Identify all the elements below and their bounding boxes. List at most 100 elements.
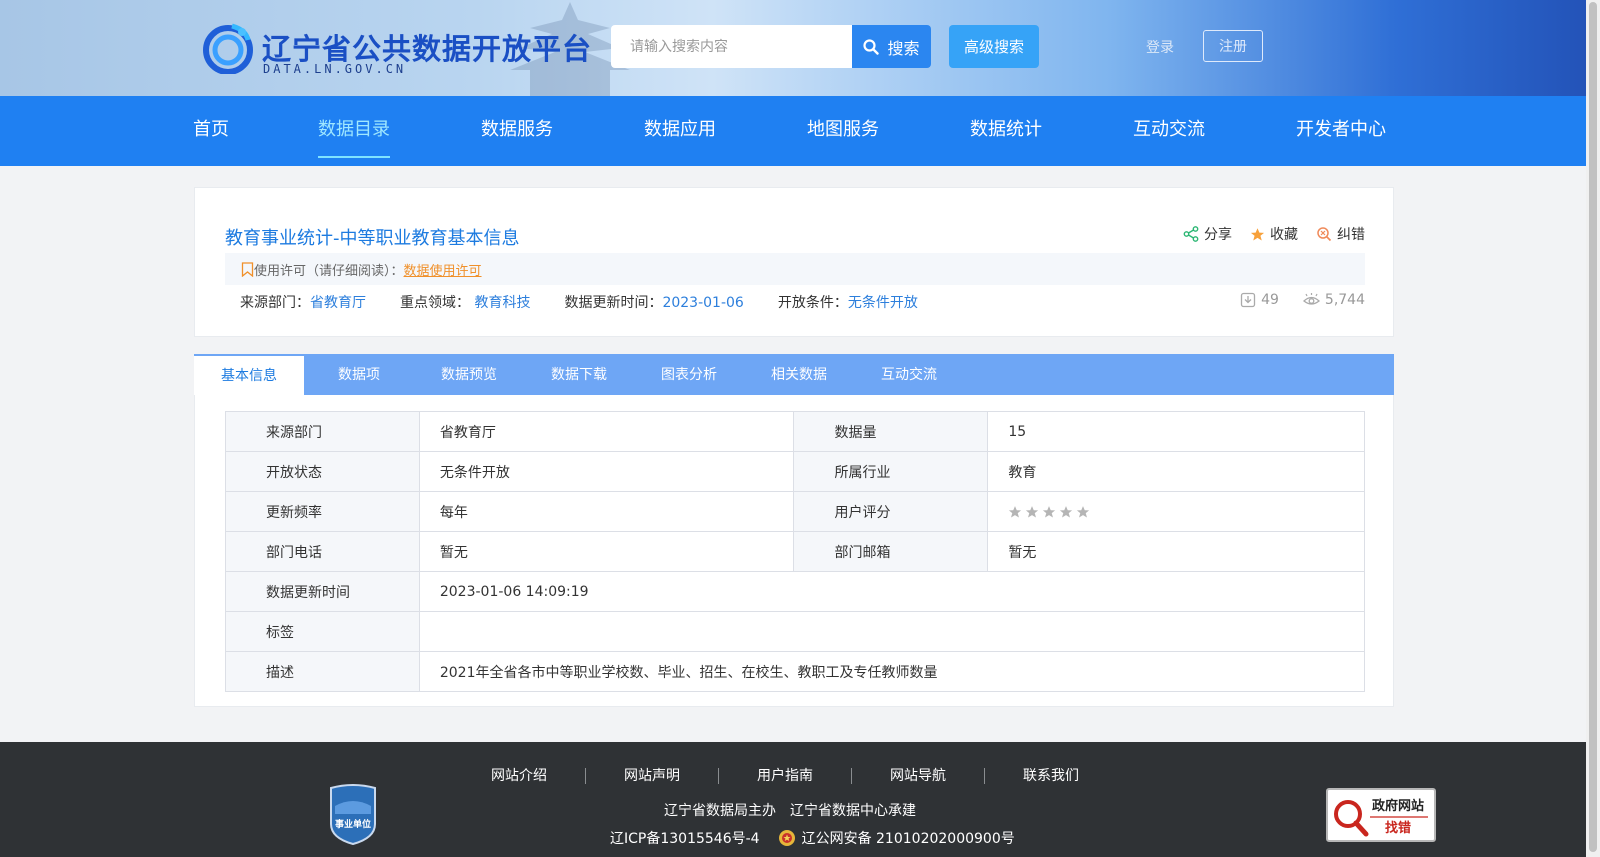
dataset-summary-card: 教育事业统计-中等职业教育基本信息 分享 收藏 纠错 使用许可（请仔细阅读）： … <box>194 187 1394 337</box>
search-button[interactable]: 搜索 <box>852 25 931 68</box>
nav-item-data-services[interactable]: 数据服务 <box>481 96 553 166</box>
industry-label: 所属行业 <box>793 451 989 492</box>
tab-interaction[interactable]: 互动交流 <box>854 354 964 395</box>
tab-data-download[interactable]: 数据下载 <box>524 354 634 395</box>
tags-label: 标签 <box>225 611 420 652</box>
meta-open-label: 开放条件： <box>777 295 848 311</box>
find-error-badge-graphic: 政府网站 找错 <box>1334 798 1428 837</box>
nav-item-developer-center[interactable]: 开发者中心 <box>1296 96 1386 166</box>
star-icon <box>1250 227 1265 240</box>
gov-site-find-error-badge[interactable]: 政府网站 找错 <box>1326 788 1436 842</box>
nav-item-map-services[interactable]: 地图服务 <box>807 96 879 166</box>
meta-updated-value: 2023-01-06 <box>662 295 744 311</box>
tab-data-items[interactable]: 数据项 <box>304 354 414 395</box>
footer-link-statement[interactable]: 网站声明 <box>586 768 719 784</box>
meta-open-value[interactable]: 无条件开放 <box>848 295 918 311</box>
table-row: 描述 2021年全省各市中等职业学校数、毕业、招生、在校生、教职工及专任教师数量 <box>225 651 1366 692</box>
favorite-button[interactable]: 收藏 <box>1250 224 1298 244</box>
search-input[interactable] <box>611 25 852 68</box>
meta-domain-value[interactable]: 教育科技 <box>474 295 530 311</box>
basic-info-panel: 来源部门 省教育厅 数据量 15 开放状态 无条件开放 所属行业 教育 更新频率… <box>194 395 1394 707</box>
find-error-line1: 政府网站 <box>1372 798 1424 814</box>
email-label: 部门邮箱 <box>793 531 989 572</box>
phone-label: 部门电话 <box>225 531 420 572</box>
description-label: 描述 <box>225 651 420 692</box>
tab-basic-info[interactable]: 基本信息 <box>194 354 304 395</box>
nav-item-data-catalog[interactable]: 数据目录 <box>318 96 390 166</box>
nav-item-data-apps[interactable]: 数据应用 <box>644 96 716 166</box>
police-record-text: 辽公网安备 21010202000900号 <box>801 831 1015 847</box>
description-value: 2021年全省各市中等职业学校数、毕业、招生、在校生、教职工及专任教师数量 <box>418 651 1366 692</box>
tab-chart-analysis[interactable]: 图表分析 <box>634 354 744 395</box>
download-count: 49 <box>1240 292 1279 308</box>
page-scrollbar[interactable] <box>1586 0 1600 857</box>
license-link[interactable]: 数据使用许可 <box>404 260 482 279</box>
share-button[interactable]: 分享 <box>1183 224 1232 244</box>
login-link[interactable]: 登录 <box>1146 37 1174 57</box>
meta-updated: 数据更新时间：2023-01-06 <box>564 292 743 312</box>
meta-source: 来源部门：省教育厅 <box>240 292 366 312</box>
table-row: 数据更新时间 2023-01-06 14:09:19 <box>225 571 1366 612</box>
table-row: 来源部门 省教育厅 数据量 15 <box>225 411 1365 452</box>
rating-star-icon[interactable] <box>1008 505 1022 519</box>
advanced-search-button[interactable]: 高级搜索 <box>949 25 1039 68</box>
site-logo[interactable]: 辽宁省公共数据开放平台 DATA.LN.GOV.CN <box>202 20 592 78</box>
dataset-title: 教育事业统计-中等职业教育基本信息 <box>225 228 520 249</box>
meta-open-condition: 开放条件：无条件开放 <box>778 292 918 312</box>
email-value: 暂无 <box>987 531 1365 572</box>
police-record[interactable]: 辽公网安备 21010202000900号 <box>778 828 1015 848</box>
license-bar: 使用许可（请仔细阅读）： 数据使用许可 <box>225 253 1365 285</box>
basic-info-table: 来源部门 省教育厅 数据量 15 开放状态 无条件开放 所属行业 教育 更新频率… <box>225 411 1366 692</box>
nav-item-data-statistics[interactable]: 数据统计 <box>970 96 1042 166</box>
report-error-label: 纠错 <box>1337 227 1365 243</box>
meta-updated-label: 数据更新时间： <box>564 295 663 311</box>
tags-value <box>418 611 1366 652</box>
frequency-value: 每年 <box>418 491 795 532</box>
rating-star-icon[interactable] <box>1025 505 1039 519</box>
rating-label: 用户评分 <box>793 491 989 532</box>
rating-star-icon[interactable] <box>1059 505 1073 519</box>
source-dept-label: 来源部门 <box>225 411 420 452</box>
nav-item-interaction[interactable]: 互动交流 <box>1133 96 1205 166</box>
meta-source-label: 来源部门： <box>240 295 310 311</box>
footer-links: 网站介绍 网站声明 用户指南 网站导航 联系我们 <box>453 768 1117 784</box>
rating-star-icon[interactable] <box>1042 505 1056 519</box>
dataset-stats: 49 5,744 <box>1240 292 1365 308</box>
footer-record: 辽ICP备13015546号-4 辽公网安备 21010202000900号 <box>610 828 1015 848</box>
bookmark-icon <box>241 261 254 277</box>
nav-item-home[interactable]: 首页 <box>193 96 229 166</box>
badge-text: 事业单位 <box>335 818 371 830</box>
meta-domain: 重点领域： 教育科技 <box>400 292 530 312</box>
police-emblem-icon <box>778 830 795 846</box>
download-count-value: 49 <box>1261 292 1279 308</box>
search-button-label: 搜索 <box>887 38 920 58</box>
magnifier-error-icon <box>1317 227 1332 242</box>
meta-source-value[interactable]: 省教育厅 <box>310 295 366 311</box>
site-footer: 网站介绍 网站声明 用户指南 网站导航 联系我们 辽宁省数据局主办 辽宁省数据中… <box>0 742 1586 857</box>
footer-link-contact[interactable]: 联系我们 <box>985 768 1117 784</box>
table-row: 更新频率 每年 用户评分 <box>225 491 1365 532</box>
main-nav: 首页 数据目录 数据服务 数据应用 地图服务 数据统计 互动交流 开发者中心 <box>0 96 1586 166</box>
report-error-button[interactable]: 纠错 <box>1316 224 1365 244</box>
footer-link-sitemap[interactable]: 网站导航 <box>852 768 985 784</box>
footer-link-about[interactable]: 网站介绍 <box>453 768 586 784</box>
data-count-value: 15 <box>987 411 1365 452</box>
rating-value <box>987 491 1365 532</box>
table-row: 开放状态 无条件开放 所属行业 教育 <box>225 451 1365 492</box>
update-time-value: 2023-01-06 14:09:19 <box>418 571 1366 612</box>
rating-star-icon[interactable] <box>1076 505 1090 519</box>
tab-data-preview[interactable]: 数据预览 <box>414 354 524 395</box>
table-row: 标签 <box>225 611 1366 652</box>
license-prefix: 使用许可（请仔细阅读）： <box>254 263 404 279</box>
public-institution-badge-icon[interactable]: 事业单位 <box>327 784 379 846</box>
icp-record[interactable]: 辽ICP备13015546号-4 <box>610 828 760 848</box>
eye-icon <box>1302 293 1320 305</box>
scrollbar-thumb[interactable] <box>1589 2 1597 852</box>
rating-stars[interactable] <box>1008 505 1364 519</box>
search-icon <box>863 38 880 55</box>
footer-link-guide[interactable]: 用户指南 <box>719 768 852 784</box>
footer-host: 辽宁省数据局主办 辽宁省数据中心承建 <box>664 800 916 820</box>
tab-related-data[interactable]: 相关数据 <box>744 354 854 395</box>
register-button[interactable]: 注册 <box>1203 30 1263 62</box>
dataset-meta: 来源部门：省教育厅 重点领域： 教育科技 数据更新时间：2023-01-06 开… <box>240 292 918 312</box>
